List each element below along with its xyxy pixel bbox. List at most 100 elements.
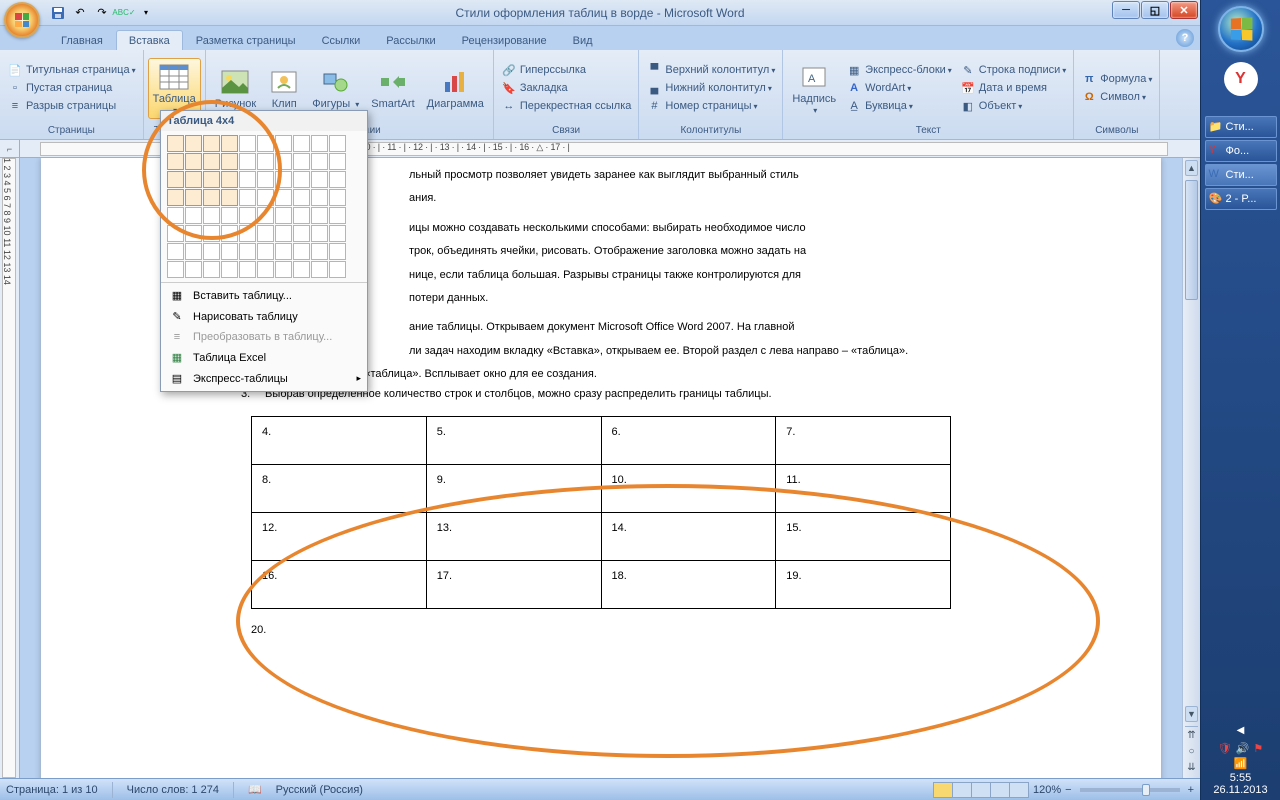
- status-page[interactable]: Страница: 1 из 10: [6, 784, 98, 796]
- view-print-icon[interactable]: [933, 782, 953, 798]
- view-outline-icon[interactable]: [990, 782, 1010, 798]
- signature-button[interactable]: ✎Строка подписи▾: [957, 61, 1069, 79]
- pagenum-button[interactable]: #Номер страницы▾: [643, 97, 760, 115]
- view-web-icon[interactable]: [971, 782, 991, 798]
- taskbar-item-4[interactable]: 🎨2 - P...: [1205, 188, 1277, 210]
- statusbar: Страница: 1 из 10 Число слов: 1 274 📖 Ру…: [0, 778, 1200, 800]
- draw-table-item[interactable]: ✎Нарисовать таблицу: [161, 306, 367, 327]
- wordart-button[interactable]: AWordArt▾: [843, 79, 914, 97]
- quickparts-button[interactable]: ▦Экспресс-блоки▾: [843, 61, 955, 79]
- smartart-button[interactable]: SmartArt: [366, 63, 419, 113]
- crossref-button[interactable]: ↔Перекрестная ссылка: [498, 97, 635, 115]
- tab-references[interactable]: Ссылки: [309, 30, 374, 50]
- group-links-label: Связи: [498, 124, 635, 137]
- qat-more-icon[interactable]: ▾: [136, 3, 156, 23]
- tab-insert[interactable]: Вставка: [116, 30, 183, 50]
- quick-access-toolbar: ↶ ↷ ABC✓ ▾: [48, 3, 156, 23]
- taskbar-item-2[interactable]: YФо...: [1205, 140, 1277, 162]
- equation-button[interactable]: πФормула▾: [1078, 70, 1155, 88]
- status-words[interactable]: Число слов: 1 274: [127, 784, 219, 796]
- tray-flag-icon[interactable]: ⚑: [1253, 742, 1263, 755]
- header-icon: ▀: [646, 62, 662, 78]
- textbox-button[interactable]: AНадпись▾: [787, 58, 841, 119]
- vertical-scrollbar[interactable]: ▲ ▼ ⇈ ○ ⇊: [1182, 158, 1200, 778]
- tray-shield-icon[interactable]: 🛡: [1218, 742, 1232, 755]
- document-table[interactable]: 4.5.6.7. 8.9.10.11. 12.13.14.15. 16.17.1…: [251, 416, 951, 609]
- undo-icon[interactable]: ↶: [70, 3, 90, 23]
- scroll-down-icon[interactable]: ▼: [1185, 706, 1198, 722]
- symbol-button[interactable]: ΩСимвол▾: [1078, 88, 1149, 106]
- view-draft-icon[interactable]: [1009, 782, 1029, 798]
- zoom-slider[interactable]: [1080, 788, 1180, 792]
- excel-table-item[interactable]: ▦Таблица Excel: [161, 347, 367, 368]
- tray-volume-icon[interactable]: 🔊: [1236, 742, 1250, 755]
- yandex-icon[interactable]: Y: [1224, 62, 1258, 96]
- spellcheck-icon[interactable]: ABC✓: [114, 3, 134, 23]
- ruler-corner[interactable]: ⌐: [0, 140, 20, 158]
- table-icon: [158, 61, 190, 93]
- status-spellcheck-icon[interactable]: 📖: [248, 783, 262, 796]
- zoom-level[interactable]: 120%: [1033, 784, 1061, 796]
- clock[interactable]: 5:5526.11.2013: [1213, 772, 1267, 796]
- ribbon-tabs: Главная Вставка Разметка страницы Ссылки…: [0, 26, 1200, 50]
- insert-table-item[interactable]: ▦Вставить таблицу...: [161, 285, 367, 306]
- title-page-button[interactable]: 📄Титульная страница▾: [4, 61, 139, 79]
- zoom-in-icon[interactable]: +: [1188, 784, 1194, 796]
- dropcap-button[interactable]: A̲Буквица▾: [843, 97, 916, 115]
- minimize-button[interactable]: ─: [1112, 1, 1140, 19]
- zoom-out-icon[interactable]: −: [1065, 784, 1071, 796]
- tab-layout[interactable]: Разметка страницы: [183, 30, 309, 50]
- table-size-grid[interactable]: [161, 131, 367, 282]
- page-break-button[interactable]: ≡Разрыв страницы: [4, 97, 119, 115]
- taskbar-item-1[interactable]: 📁Сти...: [1205, 116, 1277, 138]
- start-button[interactable]: [1218, 6, 1264, 52]
- calendar-icon: 📅: [960, 80, 976, 96]
- scroll-up-icon[interactable]: ▲: [1185, 160, 1198, 176]
- bookmark-icon: 🔖: [501, 80, 517, 96]
- view-reading-icon[interactable]: [952, 782, 972, 798]
- office-button[interactable]: [4, 2, 40, 38]
- datetime-button[interactable]: 📅Дата и время: [957, 79, 1050, 97]
- save-icon[interactable]: [48, 3, 68, 23]
- hash-icon: #: [646, 98, 662, 114]
- chart-button[interactable]: Диаграмма: [422, 63, 489, 113]
- hyperlink-button[interactable]: 🔗Гиперссылка: [498, 61, 589, 79]
- scroll-thumb[interactable]: [1185, 180, 1198, 300]
- break-icon: ≡: [7, 98, 23, 114]
- word-icon: W: [1209, 168, 1223, 182]
- tab-mailings[interactable]: Рассылки: [373, 30, 448, 50]
- folder-icon: 📁: [1209, 120, 1223, 134]
- vertical-ruler[interactable]: 1 2 3 4 5 6 7 8 9 10 11 12 13 14: [0, 158, 20, 778]
- prev-page-icon[interactable]: ⇈: [1185, 727, 1198, 743]
- ruler-toggle-icon[interactable]: [1182, 140, 1200, 158]
- blank-page-button[interactable]: ▫Пустая страница: [4, 79, 115, 97]
- crossref-icon: ↔: [501, 98, 517, 114]
- shapes-button[interactable]: Фигуры ▾: [307, 63, 364, 113]
- quick-icon: ▤: [167, 372, 187, 385]
- quick-tables-item[interactable]: ▤Экспресс-таблицы▸: [161, 368, 367, 389]
- taskbar-item-3[interactable]: WСти...: [1205, 164, 1277, 186]
- clip-button[interactable]: Клип: [263, 63, 305, 113]
- bookmark-button[interactable]: 🔖Закладка: [498, 79, 571, 97]
- tab-view[interactable]: Вид: [560, 30, 606, 50]
- picture-button[interactable]: Рисунок: [210, 63, 262, 113]
- convert-table-item: ≡Преобразовать в таблицу...: [161, 327, 367, 347]
- paint-icon: 🎨: [1209, 192, 1223, 206]
- help-button[interactable]: ?: [1176, 29, 1194, 47]
- header-button[interactable]: ▀Верхний колонтитул▾: [643, 61, 778, 79]
- dropcap-icon: A̲: [846, 98, 862, 114]
- picture-icon: [219, 66, 251, 98]
- status-lang[interactable]: Русский (Россия): [276, 784, 363, 796]
- tab-review[interactable]: Рецензирование: [449, 30, 560, 50]
- tab-home[interactable]: Главная: [48, 30, 116, 50]
- tray-expand-icon[interactable]: ◀: [1237, 725, 1245, 736]
- footer-button[interactable]: ▄Нижний колонтитул▾: [643, 79, 774, 97]
- object-button[interactable]: ◧Объект▾: [957, 97, 1025, 115]
- maximize-button[interactable]: ◱: [1141, 1, 1169, 19]
- excel-icon: ▦: [167, 351, 187, 364]
- browse-object-icon[interactable]: ○: [1185, 743, 1198, 759]
- redo-icon[interactable]: ↷: [92, 3, 112, 23]
- next-page-icon[interactable]: ⇊: [1185, 760, 1198, 776]
- close-button[interactable]: ✕: [1170, 1, 1198, 19]
- tray-network-icon[interactable]: 📶: [1234, 757, 1248, 770]
